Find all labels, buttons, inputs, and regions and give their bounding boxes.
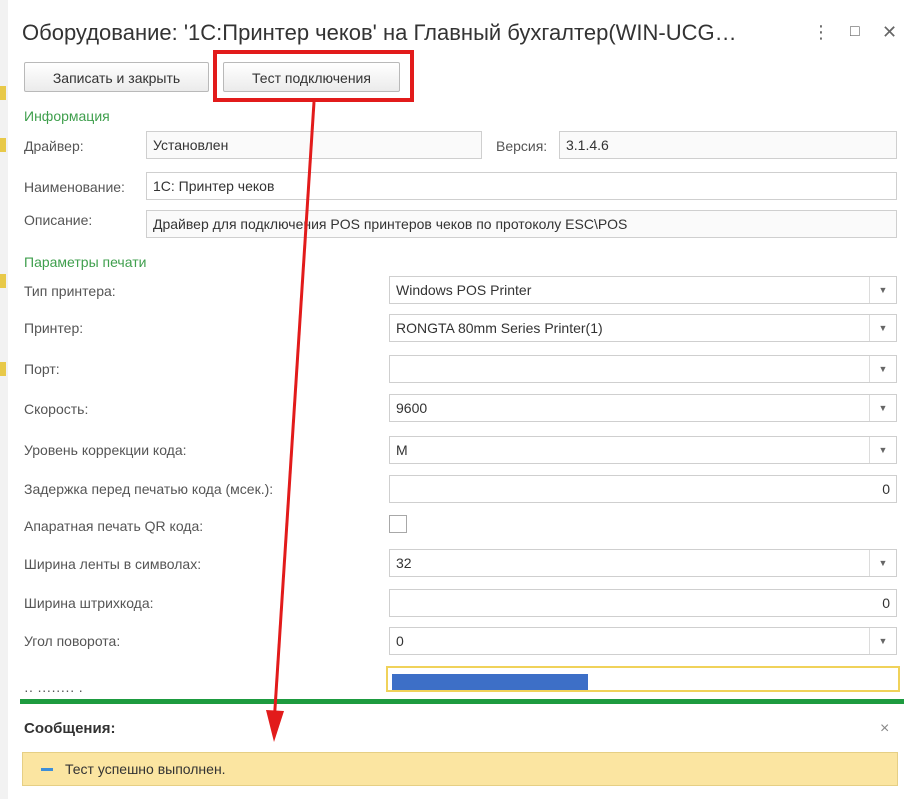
strip-mark: [0, 86, 6, 100]
arrow-head: [266, 710, 284, 742]
arrow-line: [272, 101, 316, 725]
strip-mark: [0, 362, 6, 376]
strip-mark: [0, 274, 6, 288]
strip-mark: [0, 138, 6, 152]
equipment-window: Оборудование: '1С:Принтер чеков' на Глав…: [8, 0, 904, 799]
annotation-arrow: [266, 101, 316, 742]
